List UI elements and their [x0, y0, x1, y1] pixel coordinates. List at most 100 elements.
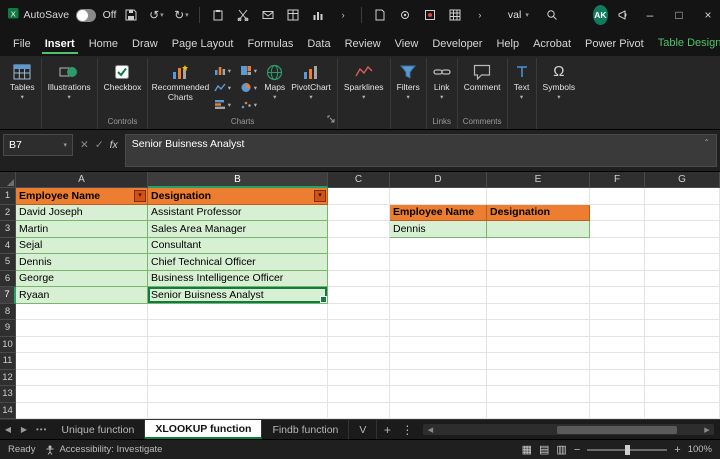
cell-F6[interactable]	[590, 271, 645, 288]
cell-B2[interactable]: Assistant Professor	[148, 205, 328, 222]
undo-button[interactable]: ↺▾	[146, 3, 166, 27]
cell-D4[interactable]	[390, 238, 487, 255]
cell-D12[interactable]	[390, 370, 487, 387]
dialog-launcher-icon[interactable]	[327, 110, 335, 128]
confirm-formula-icon[interactable]: ✓	[95, 139, 104, 151]
cell-F3[interactable]	[590, 221, 645, 238]
cell-A3[interactable]: Martin	[16, 221, 148, 238]
cell-C8[interactable]	[328, 304, 390, 321]
cell-F5[interactable]	[590, 254, 645, 271]
cell-B11[interactable]	[148, 353, 328, 370]
search-icon[interactable]	[542, 3, 562, 27]
hierarchy-chart-button[interactable]: ▾	[235, 62, 261, 79]
scrollbar-thumb[interactable]	[557, 426, 677, 434]
cell-A11[interactable]	[16, 353, 148, 370]
horizontal-scrollbar[interactable]: ◀ ▶	[423, 424, 714, 435]
scroll-left-icon[interactable]: ◀	[423, 426, 437, 434]
cell-C12[interactable]	[328, 370, 390, 387]
cell-D7[interactable]	[390, 287, 487, 304]
column-header-D[interactable]: D	[390, 172, 487, 188]
page-break-view-icon[interactable]: ▥	[556, 443, 566, 456]
cell-A2[interactable]: David Joseph	[16, 205, 148, 222]
cell-A8[interactable]	[16, 304, 148, 321]
maps-button[interactable]: Maps ▾	[261, 58, 288, 101]
overflow-chevron-icon[interactable]: ›	[333, 3, 353, 27]
quick-search-dropdown[interactable]: val ▾	[500, 7, 537, 23]
cell-G2[interactable]	[645, 205, 720, 222]
cell-C2[interactable]	[328, 205, 390, 222]
tab-formulas[interactable]: Formulas	[245, 33, 297, 54]
tab-draw[interactable]: Draw	[129, 33, 161, 54]
cell-D11[interactable]	[390, 353, 487, 370]
cell-A6[interactable]: George	[16, 271, 148, 288]
row-header-8[interactable]: 8	[0, 304, 16, 321]
sheet-tab-v[interactable]: V	[349, 420, 377, 439]
zoom-level[interactable]: 100%	[688, 444, 712, 455]
link-button[interactable]: Link ▾	[430, 58, 454, 101]
cell-B8[interactable]	[148, 304, 328, 321]
pivotchart-button[interactable]: PivotChart ▾	[288, 58, 334, 101]
checkbox-button[interactable]: Checkbox	[101, 58, 145, 93]
cell-A5[interactable]: Dennis	[16, 254, 148, 271]
sparklines-button[interactable]: Sparklines ▾	[341, 58, 387, 101]
cell-F14[interactable]	[590, 403, 645, 420]
column-header-A[interactable]: A	[16, 172, 148, 188]
cell-D9[interactable]	[390, 320, 487, 337]
cell-G5[interactable]	[645, 254, 720, 271]
pie-chart-button[interactable]: ▾	[235, 79, 261, 96]
tab-file[interactable]: File	[10, 33, 34, 54]
cell-G7[interactable]	[645, 287, 720, 304]
formula-input[interactable]: Senior Buisness Analyst ⌃	[125, 134, 717, 167]
cell-E1[interactable]	[487, 188, 590, 205]
gear-icon[interactable]	[395, 3, 415, 27]
column-header-G[interactable]: G	[645, 172, 720, 188]
cell-G11[interactable]	[645, 353, 720, 370]
column-chart-button[interactable]: ▾	[209, 62, 235, 79]
clipboard-icon[interactable]	[208, 3, 228, 27]
select-all-corner[interactable]	[0, 172, 16, 188]
cell-C3[interactable]	[328, 221, 390, 238]
bar-chart-button[interactable]: ▾	[209, 96, 235, 113]
normal-view-icon[interactable]: ▦	[522, 443, 532, 456]
cell-G4[interactable]	[645, 238, 720, 255]
cell-C14[interactable]	[328, 403, 390, 420]
tab-page-layout[interactable]: Page Layout	[169, 33, 237, 54]
cell-F2[interactable]	[590, 205, 645, 222]
cell-C13[interactable]	[328, 386, 390, 403]
cell-E3[interactable]	[487, 221, 590, 238]
column-header-B[interactable]: B	[148, 172, 328, 188]
document-icon[interactable]	[370, 3, 390, 27]
cell-E2[interactable]: Designation	[487, 205, 590, 222]
cell-A10[interactable]	[16, 337, 148, 354]
cell-D10[interactable]	[390, 337, 487, 354]
tab-insert[interactable]: Insert	[42, 33, 78, 54]
cell-A14[interactable]	[16, 403, 148, 420]
cell-E8[interactable]	[487, 304, 590, 321]
collapse-formula-bar-icon[interactable]: ⌃	[703, 138, 710, 147]
row-header-12[interactable]: 12	[0, 370, 16, 387]
cell-A12[interactable]	[16, 370, 148, 387]
cell-G14[interactable]	[645, 403, 720, 420]
cell-F11[interactable]	[590, 353, 645, 370]
cell-C11[interactable]	[328, 353, 390, 370]
tab-home[interactable]: Home	[86, 33, 121, 54]
tab-review[interactable]: Review	[342, 33, 384, 54]
minimize-button[interactable]: –	[638, 0, 662, 30]
cell-E5[interactable]	[487, 254, 590, 271]
text-button[interactable]: Text ▾	[511, 58, 533, 101]
line-chart-button[interactable]: ▾	[209, 79, 235, 96]
recommended-charts-button[interactable]: Recommended Charts	[151, 58, 209, 103]
column-header-C[interactable]: C	[328, 172, 390, 188]
cell-E11[interactable]	[487, 353, 590, 370]
row-header-3[interactable]: 3	[0, 221, 16, 238]
sheet-tab-xlookup-function[interactable]: XLOOKUP function	[145, 420, 262, 439]
cell-E7[interactable]	[487, 287, 590, 304]
zoom-in-icon[interactable]: +	[674, 444, 680, 456]
cell-B14[interactable]	[148, 403, 328, 420]
name-box[interactable]: B7 ▾	[3, 134, 73, 156]
cell-A1[interactable]: Employee Name▾	[16, 188, 148, 205]
cell-E10[interactable]	[487, 337, 590, 354]
row-header-2[interactable]: 2	[0, 205, 16, 222]
cut-icon[interactable]	[233, 3, 253, 27]
megaphone-icon[interactable]	[613, 3, 633, 27]
